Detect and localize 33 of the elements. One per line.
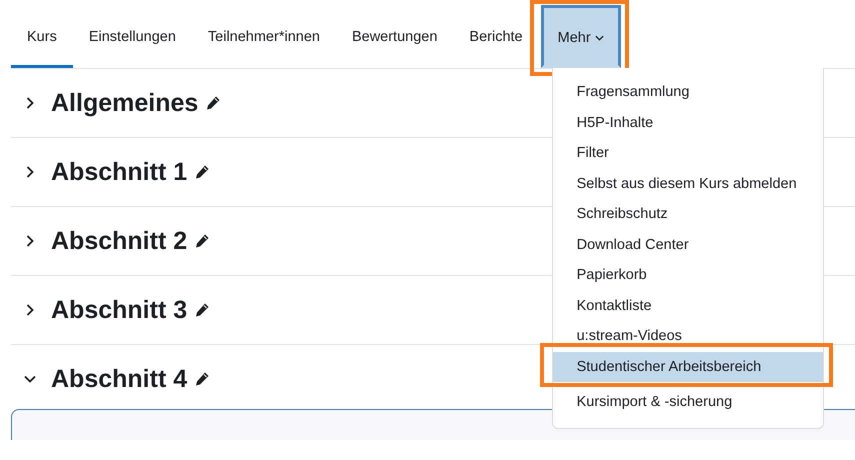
section-title: Abschnitt 3 xyxy=(51,296,188,324)
chevron-right-icon[interactable] xyxy=(24,235,36,247)
menu-item[interactable]: Filter xyxy=(552,138,823,168)
chevron-down-icon[interactable] xyxy=(24,373,36,385)
menu-item[interactable]: Fragensammlung xyxy=(552,77,823,108)
pencil-icon[interactable] xyxy=(205,95,222,111)
chevron-right-icon[interactable] xyxy=(24,166,36,178)
nav-tab[interactable]: Bewertungen xyxy=(336,0,454,68)
menu-item[interactable]: H5P-Inhalte xyxy=(552,108,823,138)
nav-tab[interactable]: Kurs xyxy=(11,0,73,68)
menu-item[interactable]: Kontaktliste xyxy=(552,290,823,321)
section-title: Allgemeines xyxy=(51,88,198,118)
caret-icon xyxy=(594,35,604,41)
menu-item[interactable]: Studentischer Arbeitsbereich xyxy=(552,352,823,382)
nav-tab[interactable]: Berichte xyxy=(453,0,539,68)
section-title: Abschnitt 4 xyxy=(51,364,188,394)
pencil-icon[interactable] xyxy=(194,233,210,249)
menu-item[interactable]: Schreibschutz xyxy=(552,199,823,230)
pencil-icon[interactable] xyxy=(194,371,210,387)
nav-tab[interactable]: Einstellungen xyxy=(72,0,192,68)
pencil-icon[interactable] xyxy=(194,164,210,180)
pencil-icon[interactable] xyxy=(194,302,210,318)
section-title: Abschnitt 1 xyxy=(51,158,188,186)
nav-tab[interactable]: Teilnehmer*innen xyxy=(192,0,336,68)
menu-item[interactable]: Kursimport & -sicherung xyxy=(552,387,823,418)
chevron-right-icon[interactable] xyxy=(24,97,36,109)
chevron-right-icon[interactable] xyxy=(24,304,36,316)
nav-tab[interactable]: Mehr xyxy=(540,5,621,68)
menu-item[interactable]: Selbst aus diesem Kurs abmelden xyxy=(552,168,823,199)
menu-item[interactable]: u:stream-Videos xyxy=(552,321,823,352)
menu-item[interactable]: Papierkorb xyxy=(552,260,823,290)
section-title: Abschnitt 2 xyxy=(51,226,188,256)
menu-item[interactable]: Download Center xyxy=(552,230,823,260)
